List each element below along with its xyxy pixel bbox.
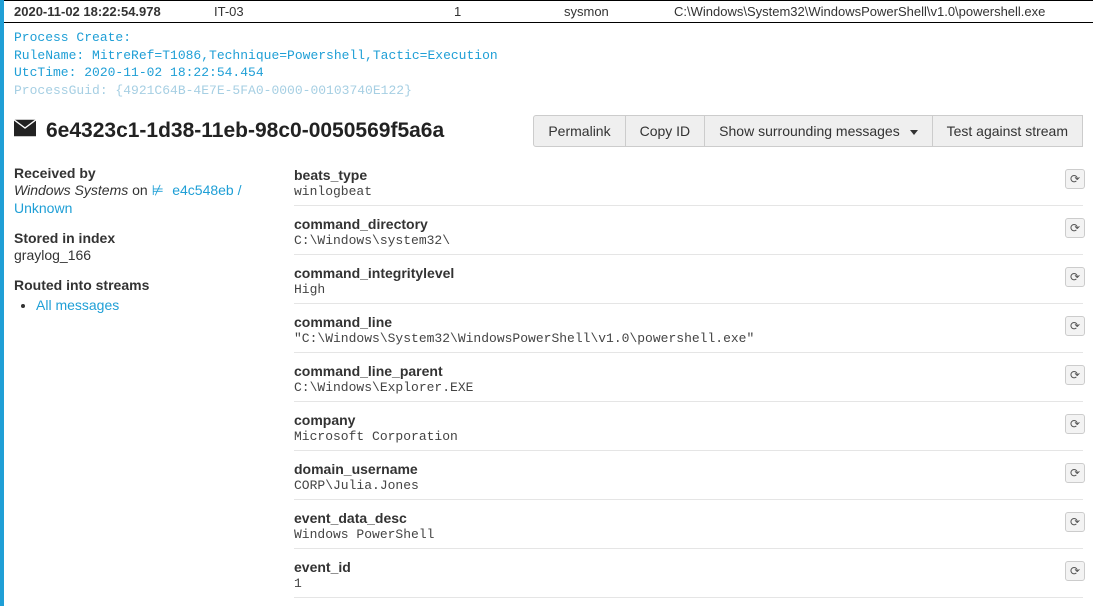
field-value: winlogbeat xyxy=(294,184,1083,199)
field-row: event_id1⟳ xyxy=(294,557,1083,598)
log-summary-row: 2020-11-02 18:22:54.978 IT-03 1 sysmon C… xyxy=(4,0,1093,23)
received-by-label: Received by xyxy=(14,165,274,181)
raw-message: Process Create: RuleName: MitreRef=T1086… xyxy=(4,23,1093,109)
field-actions-button[interactable]: ⟳ xyxy=(1065,512,1085,532)
permalink-button[interactable]: Permalink xyxy=(533,115,625,147)
received-by-value: Windows Systems on ⊭ e4c548eb / Unknown xyxy=(14,182,274,216)
field-row: event_data_descWindows PowerShell⟳ xyxy=(294,508,1083,549)
timestamp: 2020-11-02 18:22:54.978 xyxy=(14,4,214,19)
test-stream-button[interactable]: Test against stream xyxy=(932,115,1083,147)
host: IT-03 xyxy=(214,4,454,19)
stream-link[interactable]: All messages xyxy=(36,297,119,313)
field-actions-button[interactable]: ⟳ xyxy=(1065,561,1085,581)
message-fields: beats_typewinlogbeat⟳command_directoryC:… xyxy=(294,165,1083,606)
field-value: "C:\Windows\System32\WindowsPowerShell\v… xyxy=(294,331,1083,346)
field-key: domain_username xyxy=(294,461,1083,477)
source: sysmon xyxy=(564,4,674,19)
envelope-icon xyxy=(14,119,36,143)
raw-line: UtcTime: 2020-11-02 18:22:54.454 xyxy=(14,64,1083,82)
stored-index-value: graylog_166 xyxy=(14,247,274,263)
message-id-heading: 6e4323c1-1d38-11eb-98c0-0050569f5a6a xyxy=(14,119,444,143)
field-actions-button[interactable]: ⟳ xyxy=(1065,169,1085,189)
field-key: event_id xyxy=(294,559,1083,575)
field-row: command_integritylevelHigh⟳ xyxy=(294,263,1083,304)
field-actions-button[interactable]: ⟳ xyxy=(1065,463,1085,483)
field-value: C:\Windows\Explorer.EXE xyxy=(294,380,1083,395)
field-actions-button[interactable]: ⟳ xyxy=(1065,414,1085,434)
copy-id-button[interactable]: Copy ID xyxy=(625,115,706,147)
stored-index-label: Stored in index xyxy=(14,230,274,246)
chevron-down-icon xyxy=(910,130,918,135)
routed-streams-label: Routed into streams xyxy=(14,277,274,293)
field-row: companyMicrosoft Corporation⟳ xyxy=(294,410,1083,451)
raw-line: RuleName: MitreRef=T1086,Technique=Power… xyxy=(14,47,1083,65)
field-actions-button[interactable]: ⟳ xyxy=(1065,316,1085,336)
field-row: command_directoryC:\Windows\system32\⟳ xyxy=(294,214,1083,255)
raw-line: ProcessGuid: {4921C64B-4E7E-5FA0-0000-00… xyxy=(14,82,1083,100)
field-value: CORP\Julia.Jones xyxy=(294,478,1083,493)
field-actions-button[interactable]: ⟳ xyxy=(1065,218,1085,238)
field-row: command_line"C:\Windows\System32\Windows… xyxy=(294,312,1083,353)
field-actions-button[interactable]: ⟳ xyxy=(1065,365,1085,385)
message-meta-sidebar: Received by Windows Systems on ⊭ e4c548e… xyxy=(14,165,294,606)
field-key: command_directory xyxy=(294,216,1083,232)
field-value: Microsoft Corporation xyxy=(294,429,1083,444)
field-key: company xyxy=(294,412,1083,428)
field-row: command_line_parentC:\Windows\Explorer.E… xyxy=(294,361,1083,402)
field-row: beats_typewinlogbeat⟳ xyxy=(294,165,1083,206)
field-value: C:\Windows\system32\ xyxy=(294,233,1083,248)
event-number: 1 xyxy=(454,4,564,19)
field-value: 1 xyxy=(294,576,1083,591)
show-surrounding-button[interactable]: Show surrounding messages xyxy=(704,115,932,147)
field-value: High xyxy=(294,282,1083,297)
message-actions: Permalink Copy ID Show surrounding messa… xyxy=(534,115,1083,147)
field-key: beats_type xyxy=(294,167,1083,183)
field-row: domain_usernameCORP\Julia.Jones⟳ xyxy=(294,459,1083,500)
raw-line: Process Create: xyxy=(14,29,1083,47)
field-key: command_integritylevel xyxy=(294,265,1083,281)
field-actions-button[interactable]: ⟳ xyxy=(1065,267,1085,287)
message-id: 6e4323c1-1d38-11eb-98c0-0050569f5a6a xyxy=(46,119,444,143)
process-path: C:\Windows\System32\WindowsPowerShell\v1… xyxy=(674,4,1083,19)
field-key: command_line xyxy=(294,314,1083,330)
field-key: command_line_parent xyxy=(294,363,1083,379)
field-value: Windows PowerShell xyxy=(294,527,1083,542)
